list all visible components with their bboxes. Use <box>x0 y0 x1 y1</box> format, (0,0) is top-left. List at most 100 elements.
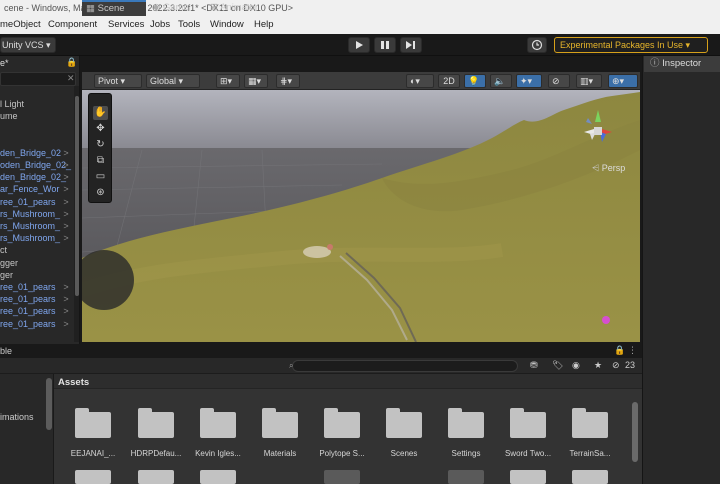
expand-arrow-icon[interactable] <box>62 257 70 269</box>
global-dropdown[interactable]: Global ▾ <box>146 74 200 88</box>
folder-icon[interactable] <box>262 408 298 438</box>
folder-icon[interactable] <box>75 408 111 438</box>
menu-component[interactable]: Component <box>48 16 97 34</box>
asset-tile[interactable] <box>200 470 236 484</box>
folder-label[interactable]: EEJANAI_... <box>62 449 124 458</box>
lock-icon[interactable]: 🔒 <box>66 57 77 68</box>
camera-projection-label[interactable]: ⩤ Persp <box>592 163 625 174</box>
expand-arrow-icon[interactable]: > <box>62 232 70 244</box>
expand-arrow-icon[interactable]: > <box>62 208 70 220</box>
tree-scrollbar[interactable] <box>46 378 52 430</box>
experimental-packages-dropdown[interactable]: Experimental Packages In Use ▾ <box>554 37 708 53</box>
effects-toggle-icon[interactable]: ✦▾ <box>516 74 542 88</box>
play-button[interactable] <box>348 37 370 53</box>
expand-arrow-icon[interactable] <box>62 110 70 122</box>
expand-arrow-icon[interactable]: > <box>62 220 70 232</box>
rotate-tool-icon[interactable]: ↻ <box>93 138 108 152</box>
asset-tile[interactable] <box>448 470 484 484</box>
folder-icon[interactable] <box>448 408 484 438</box>
expand-arrow-icon[interactable] <box>62 135 70 147</box>
expand-arrow-icon[interactable]: > <box>62 318 70 330</box>
filter-type-icon[interactable]: ⛃ <box>530 360 538 371</box>
undo-history-button[interactable] <box>527 37 547 53</box>
folder-label[interactable]: Polytope S... <box>311 449 373 458</box>
camera-settings-icon[interactable]: ▥▾ <box>576 74 602 88</box>
menu-gameobject[interactable]: meObject <box>0 16 41 34</box>
menu-window[interactable]: Window <box>210 16 244 34</box>
version-control-dropdown[interactable]: Unity VCS ▾ <box>0 37 56 53</box>
hierarchy-search-input[interactable] <box>0 72 76 86</box>
tab-game[interactable]: ◉ Game <box>148 0 206 16</box>
scale-tool-icon[interactable]: ⧉ <box>93 154 108 168</box>
tree-item-animations[interactable]: imations <box>0 412 34 422</box>
menu-jobs[interactable]: Jobs <box>150 16 170 34</box>
project-search-input[interactable]: ⌕ <box>289 360 518 372</box>
folder-label[interactable]: Kevin Igles... <box>187 449 249 458</box>
transform-tool-icon[interactable]: ⊛ <box>93 186 108 200</box>
move-tool-icon[interactable]: ✥ <box>93 122 108 136</box>
hidden-objects-icon[interactable]: ⊘ <box>548 74 570 88</box>
expand-arrow-icon[interactable] <box>62 269 70 281</box>
expand-arrow-icon[interactable]: > <box>62 196 70 208</box>
hidden-packages-icon[interactable]: ⊘ <box>612 360 620 371</box>
tab-scene[interactable]: ▦ Scene <box>82 0 146 16</box>
expand-arrow-icon[interactable]: > <box>62 293 70 305</box>
expand-arrow-icon[interactable]: > <box>62 183 70 195</box>
expand-arrow-icon[interactable]: > <box>62 159 70 171</box>
assets-scrollbar[interactable] <box>632 402 638 462</box>
favorite-icon[interactable]: ★ <box>594 360 602 371</box>
gizmos-toggle-icon[interactable]: ⊕▾ <box>608 74 638 88</box>
folder-label[interactable]: TerrainSa... <box>559 449 621 458</box>
folder-label[interactable]: Settings <box>435 449 497 458</box>
menu-tools[interactable]: Tools <box>178 16 200 34</box>
audio-toggle-icon[interactable]: 🔈 <box>490 74 512 88</box>
folder-icon[interactable] <box>510 408 546 438</box>
lock-panel-icon[interactable]: 🔒 <box>614 345 625 356</box>
expand-arrow-icon[interactable]: > <box>62 147 70 159</box>
scene-view-viewport[interactable] <box>82 90 640 342</box>
tab-animator[interactable]: ⊞ Animator <box>206 0 284 16</box>
filter-label-icon[interactable]: 🏷 <box>552 360 563 371</box>
grid-snap-button[interactable]: ⊞▾ <box>216 74 240 88</box>
folder-label[interactable]: Materials <box>249 449 311 458</box>
pivot-dropdown[interactable]: Pivot ▾ <box>94 74 142 88</box>
expand-arrow-icon[interactable] <box>62 122 70 134</box>
folder-label[interactable]: HDRPDefau... <box>125 449 187 458</box>
folder-icon[interactable] <box>386 408 422 438</box>
clear-search-icon[interactable]: ✕ <box>67 73 75 84</box>
lighting-toggle-icon[interactable]: 💡 <box>464 74 486 88</box>
expand-arrow-icon[interactable]: > <box>62 281 70 293</box>
menu-services[interactable]: Services <box>108 16 144 34</box>
tab-inspector[interactable]: ⓘ Inspector <box>644 56 720 72</box>
search-scope-icon[interactable]: ◉ <box>572 360 580 371</box>
rect-tool-icon[interactable]: ▭ <box>93 170 108 184</box>
menu-help[interactable]: Help <box>254 16 274 34</box>
hand-tool-icon[interactable]: ✋ <box>93 106 108 120</box>
folder-icon[interactable] <box>200 408 236 438</box>
asset-tile[interactable] <box>75 470 111 484</box>
overlay-drag-handle[interactable] <box>93 94 108 98</box>
increment-snap-button[interactable]: ⋕▾ <box>276 74 300 88</box>
grid-visibility-button[interactable]: ▦▾ <box>244 74 268 88</box>
expand-arrow-icon[interactable] <box>62 244 70 256</box>
asset-tile[interactable] <box>324 470 360 484</box>
expand-arrow-icon[interactable] <box>62 98 70 110</box>
expand-arrow-icon[interactable]: > <box>62 305 70 317</box>
hierarchy-scroll-thumb[interactable] <box>75 96 79 296</box>
asset-tile[interactable] <box>510 470 546 484</box>
folder-label[interactable]: Sword Two... <box>497 449 559 458</box>
folder-icon[interactable] <box>324 408 360 438</box>
folder-icon[interactable] <box>138 408 174 438</box>
expand-arrow-icon[interactable]: > <box>62 171 70 183</box>
pause-button[interactable] <box>374 37 396 53</box>
asset-tile[interactable] <box>572 470 608 484</box>
panel-menu-icon[interactable]: ⋮ <box>628 345 637 356</box>
asset-tile[interactable] <box>138 470 174 484</box>
project-left-header[interactable]: ble <box>0 346 12 356</box>
folder-icon[interactable] <box>572 408 608 438</box>
draw-mode-dropdown[interactable]: ◐▾ <box>406 74 434 88</box>
hierarchy-scene-header[interactable]: e* <box>0 57 60 69</box>
toggle-2d-button[interactable]: 2D <box>438 74 460 88</box>
step-button[interactable] <box>400 37 422 53</box>
assets-breadcrumb[interactable]: Assets <box>58 377 89 388</box>
